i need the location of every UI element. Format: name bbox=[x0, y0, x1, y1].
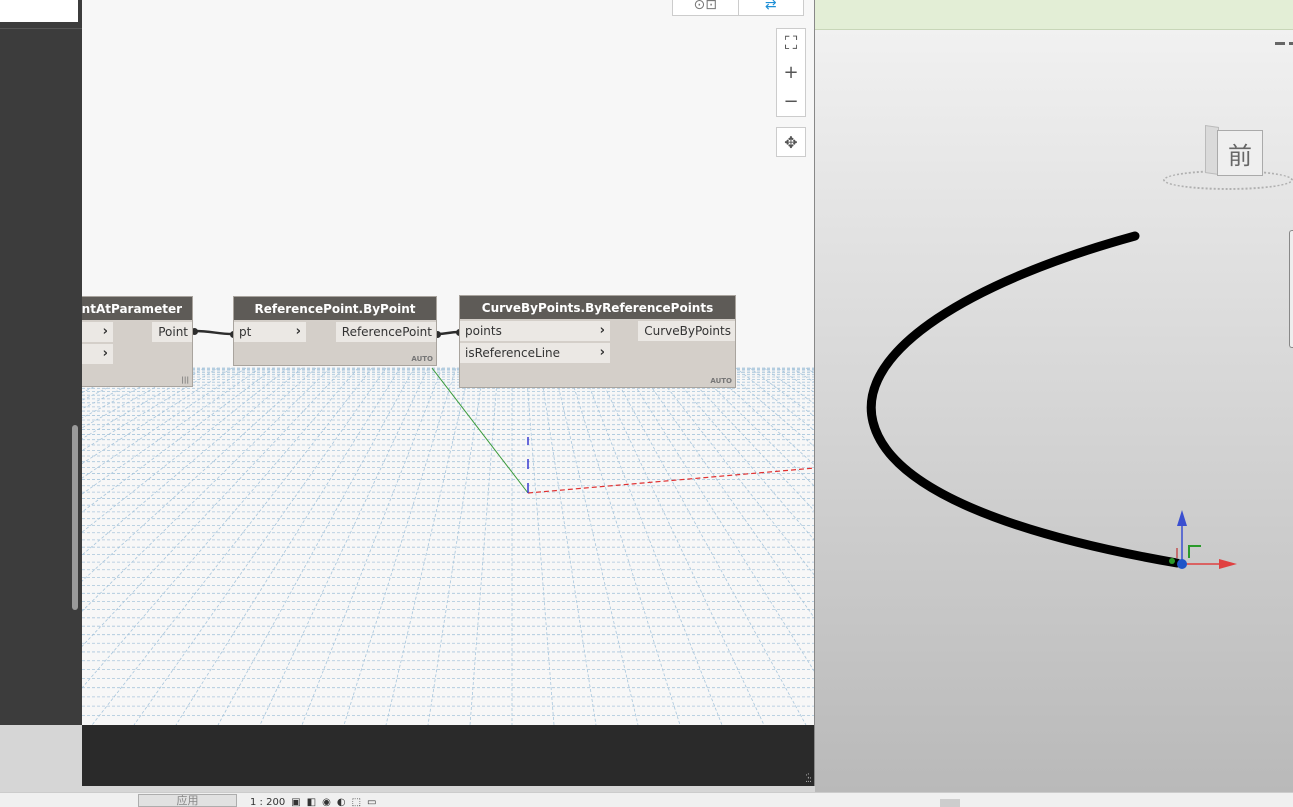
wire-point-to-pt bbox=[193, 329, 234, 336]
crop-icon[interactable]: ▭ bbox=[367, 797, 376, 807]
curve-by-points-geometry[interactable] bbox=[815, 30, 1293, 792]
lacing-indicator: ||| bbox=[181, 376, 189, 384]
port-row: points › CurveByPoints bbox=[460, 319, 735, 341]
panel-header bbox=[0, 0, 78, 22]
chevron-right-icon: › bbox=[102, 346, 108, 361]
node-title: CurveByPoints.ByReferencePoints bbox=[460, 296, 735, 319]
revit-3d-viewport[interactable]: 前 bbox=[815, 30, 1293, 792]
port-row: › Point bbox=[82, 320, 192, 342]
port-label: isReferenceLine bbox=[465, 346, 561, 360]
chevron-right-icon: › bbox=[599, 345, 605, 360]
spline-curve bbox=[866, 231, 1182, 568]
sun-path-icon[interactable]: ◉ bbox=[322, 797, 331, 807]
z-axis-arrow-icon bbox=[1177, 510, 1187, 526]
x-axis-arrow-icon bbox=[1219, 559, 1237, 569]
render-icon[interactable]: ⬚ bbox=[352, 797, 361, 807]
resize-grip-icon[interactable]: ·:.:: bbox=[805, 772, 812, 785]
chevron-right-icon: › bbox=[295, 324, 301, 339]
dynamo-graph-canvas[interactable]: ⊙⊡ ⇄ ⛶ + − ✥ ointAtParameter › Point › bbox=[82, 0, 814, 725]
chevron-right-icon: › bbox=[599, 323, 605, 338]
input-port-pt[interactable]: pt › bbox=[234, 322, 306, 342]
lacing-indicator: AUTO bbox=[411, 355, 433, 363]
port-row: › bbox=[82, 342, 192, 364]
input-port-points[interactable]: points › bbox=[460, 321, 610, 341]
detail-level-icon[interactable]: ▣ bbox=[291, 797, 300, 807]
apply-button[interactable]: 应用 bbox=[138, 794, 237, 807]
visual-style-icon[interactable]: ◧ bbox=[307, 797, 316, 807]
output-port-curve-by-points[interactable]: CurveByPoints bbox=[638, 321, 735, 341]
y-axis-arrow-icon bbox=[1188, 545, 1201, 558]
port-label: points bbox=[465, 324, 502, 338]
port-row: pt › ReferencePoint bbox=[234, 320, 436, 342]
input-port-is-reference-line[interactable]: isReferenceLine › bbox=[460, 343, 610, 363]
input-port[interactable]: › bbox=[82, 322, 113, 342]
properties-panel bbox=[0, 0, 82, 725]
port-row: isReferenceLine › bbox=[460, 341, 735, 363]
node-point-at-parameter[interactable]: ointAtParameter › Point › ||| bbox=[82, 296, 193, 387]
divider bbox=[0, 28, 82, 29]
lacing-indicator: AUTO bbox=[710, 377, 732, 385]
view-control-bar: 1 : 200 ▣ ◧ ◉ ◐ ⬚ ▭ bbox=[250, 797, 376, 807]
panel-scrollbar[interactable] bbox=[72, 425, 78, 610]
output-port-point[interactable]: Point bbox=[152, 322, 192, 342]
move-gizmo[interactable] bbox=[1169, 510, 1237, 569]
chevron-right-icon: › bbox=[102, 324, 108, 339]
reference-point-marker bbox=[1177, 559, 1187, 569]
dynamo-window: ⊙⊡ ⇄ ⛶ + − ✥ ointAtParameter › Point › bbox=[82, 0, 815, 786]
revit-view-tab-bar bbox=[815, 0, 1293, 30]
shadows-icon[interactable]: ◐ bbox=[337, 797, 346, 807]
node-curve-by-points[interactable]: CurveByPoints.ByReferencePoints points ›… bbox=[459, 295, 736, 388]
output-port-reference-point[interactable]: ReferencePoint bbox=[335, 322, 436, 342]
dynamo-status-bar: ·:.:: bbox=[82, 725, 814, 786]
scale-text[interactable]: 1 : 200 bbox=[250, 797, 285, 807]
input-port[interactable]: › bbox=[82, 344, 113, 364]
node-title: ReferencePoint.ByPoint bbox=[234, 297, 436, 320]
node-title: ointAtParameter bbox=[82, 297, 192, 320]
node-reference-point-by-point[interactable]: ReferencePoint.ByPoint pt › ReferencePoi… bbox=[233, 296, 437, 366]
horizontal-scroll-thumb[interactable] bbox=[940, 799, 960, 807]
port-label: pt bbox=[239, 325, 252, 339]
